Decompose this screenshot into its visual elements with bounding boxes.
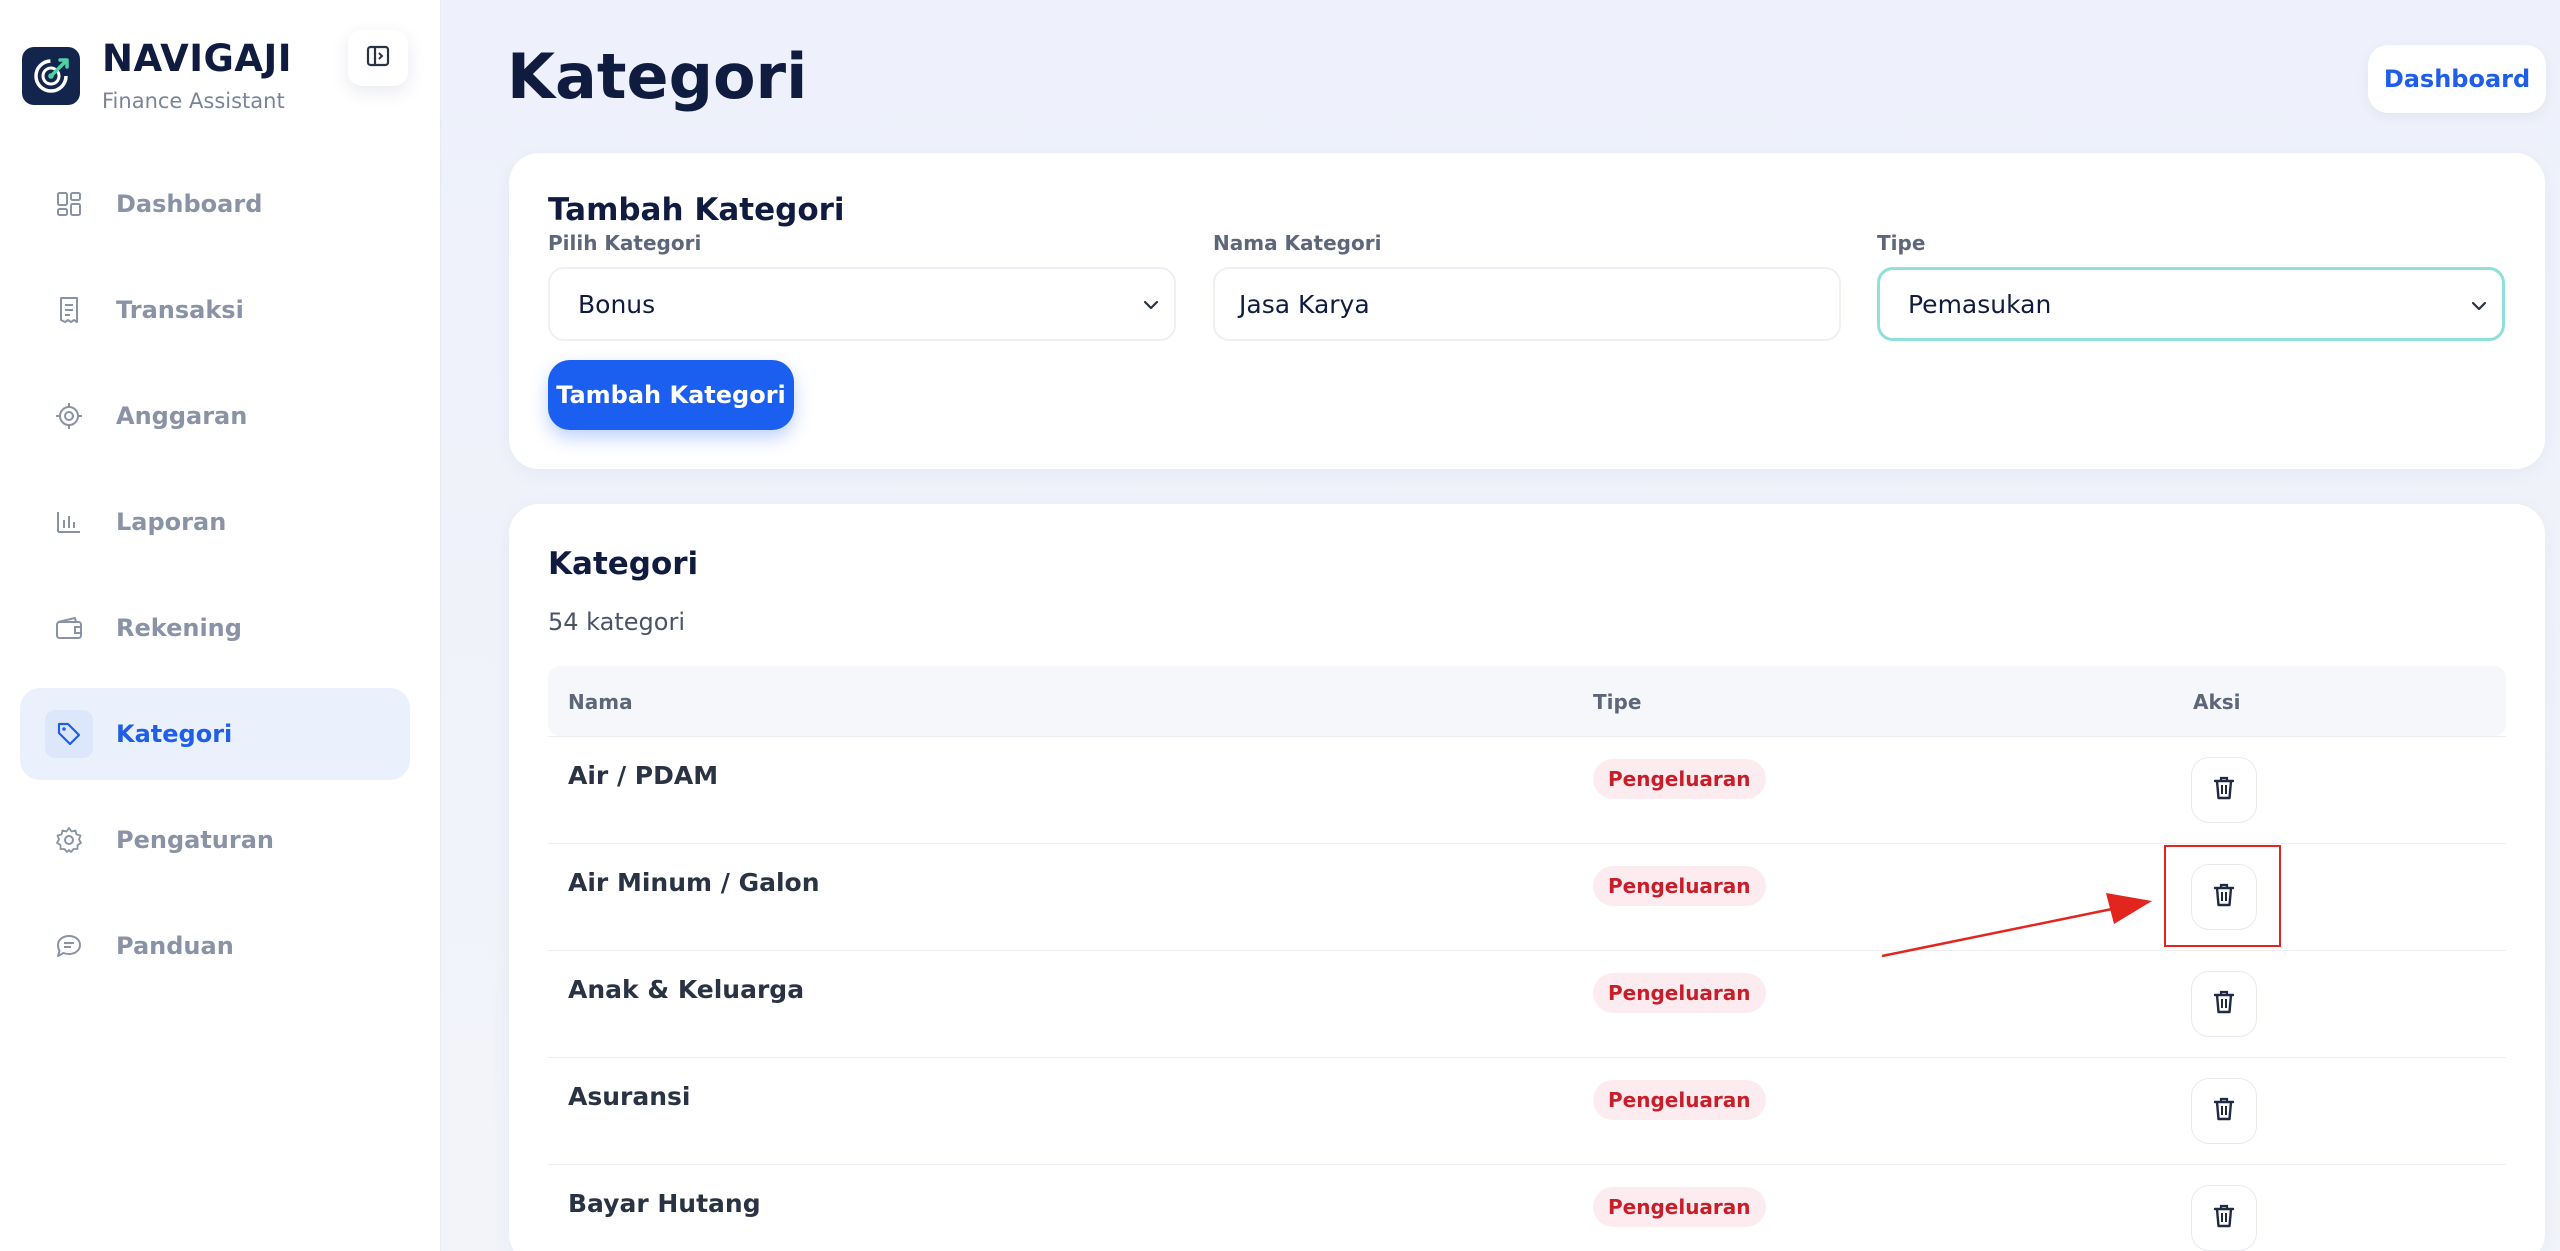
select-category-dropdown[interactable]: Bonus (548, 267, 1176, 341)
type-label: Tipe (1877, 231, 1926, 255)
delete-button[interactable] (2191, 1185, 2257, 1251)
delete-button[interactable] (2191, 1078, 2257, 1144)
sidebar-item-label: Panduan (116, 932, 234, 960)
dashboard-grid-icon (54, 189, 84, 219)
type-badge: Pengeluaran (1593, 1080, 1766, 1120)
trash-icon (2212, 775, 2236, 805)
delete-button[interactable] (2191, 971, 2257, 1037)
table-row: Bayar Hutang Pengeluaran (548, 1164, 2506, 1251)
gear-icon (54, 825, 84, 855)
dashboard-button[interactable]: Dashboard (2368, 45, 2546, 113)
table-row: Asuransi Pengeluaran (548, 1057, 2506, 1164)
sidebar-item-transaksi[interactable]: Transaksi (20, 264, 410, 356)
page-title: Kategori (507, 40, 808, 113)
sidebar: NAVIGAJI Finance Assistant Dashboard Tra… (0, 0, 441, 1251)
trash-icon (2212, 989, 2236, 1019)
category-name: Anak & Keluarga (568, 975, 805, 1004)
trash-icon (2212, 1203, 2236, 1233)
receipt-icon (54, 295, 84, 325)
table-row: Anak & Keluarga Pengeluaran (548, 950, 2506, 1057)
sidebar-item-dashboard[interactable]: Dashboard (20, 158, 410, 250)
chat-icon (54, 931, 84, 961)
column-header-nama: Nama (568, 690, 633, 714)
table-row: Air / PDAM Pengeluaran (548, 736, 2506, 843)
category-name-value: Jasa Karya (1239, 289, 1370, 319)
sidebar-item-label: Dashboard (116, 190, 263, 218)
trash-icon (2212, 1096, 2236, 1126)
type-badge: Pengeluaran (1593, 866, 1766, 906)
sidebar-item-label: Kategori (116, 720, 233, 748)
tag-icon (45, 710, 93, 758)
select-category-value: Bonus (578, 289, 656, 319)
sidebar-item-label: Anggaran (116, 402, 248, 430)
category-list-title: Kategori (548, 546, 699, 582)
type-dropdown[interactable]: Pemasukan (1877, 267, 2505, 341)
add-category-title: Tambah Kategori (548, 192, 845, 228)
wallet-icon (54, 613, 84, 643)
main-content: Kategori Dashboard Tambah Kategori Pilih… (441, 0, 2560, 1251)
category-name: Air Minum / Galon (568, 868, 820, 897)
column-header-aksi: Aksi (2193, 690, 2241, 714)
type-badge: Pengeluaran (1593, 759, 1766, 799)
type-badge: Pengeluaran (1593, 973, 1766, 1013)
sidebar-item-label: Pengaturan (116, 826, 275, 854)
table-header: Nama Tipe Aksi (548, 666, 2506, 736)
sidebar-item-anggaran[interactable]: Anggaran (20, 370, 410, 462)
type-value: Pemasukan (1908, 289, 2052, 319)
column-header-tipe: Tipe (1593, 690, 1642, 714)
navigaji-logo-icon (22, 47, 80, 106)
chevron-down-icon (1140, 293, 1162, 322)
category-name: Bayar Hutang (568, 1189, 761, 1218)
bar-chart-icon (54, 507, 84, 537)
sidebar-item-panduan[interactable]: Panduan (20, 900, 410, 992)
type-badge: Pengeluaran (1593, 1187, 1766, 1227)
sidebar-item-laporan[interactable]: Laporan (20, 476, 410, 568)
sidebar-collapse-button[interactable] (348, 30, 408, 86)
category-name: Air / PDAM (568, 761, 719, 790)
chevron-down-icon (2468, 294, 2490, 323)
sidebar-item-rekening[interactable]: Rekening (20, 582, 410, 674)
brand-subtitle: Finance Assistant (102, 88, 285, 113)
category-name-label: Nama Kategori (1213, 231, 1382, 255)
add-category-button[interactable]: Tambah Kategori (548, 360, 794, 430)
category-table: Nama Tipe Aksi Air / PDAM Pengeluaran Ai… (548, 666, 2506, 1251)
select-category-label: Pilih Kategori (548, 231, 702, 255)
category-name-input[interactable]: Jasa Karya (1213, 267, 1841, 341)
sidebar-item-label: Rekening (116, 614, 242, 642)
target-icon (54, 401, 84, 431)
sidebar-item-kategori[interactable]: Kategori (20, 688, 410, 780)
category-name: Asuransi (568, 1082, 691, 1111)
sidebar-toggle-icon (366, 45, 390, 71)
brand-title: NAVIGAJI (102, 37, 293, 80)
category-count: 54 kategori (548, 608, 685, 636)
add-category-card: Tambah Kategori Pilih Kategori Bonus Nam… (509, 153, 2545, 469)
sidebar-item-pengaturan[interactable]: Pengaturan (20, 794, 410, 886)
delete-button[interactable] (2191, 757, 2257, 823)
annotation-highlight-box (2164, 845, 2281, 947)
sidebar-item-label: Transaksi (116, 296, 244, 324)
sidebar-nav: Dashboard Transaksi Anggaran Laporan Rek… (20, 158, 410, 1006)
sidebar-item-label: Laporan (116, 508, 227, 536)
brand[interactable]: NAVIGAJI Finance Assistant (22, 37, 293, 113)
annotation-arrow (1881, 893, 2152, 958)
